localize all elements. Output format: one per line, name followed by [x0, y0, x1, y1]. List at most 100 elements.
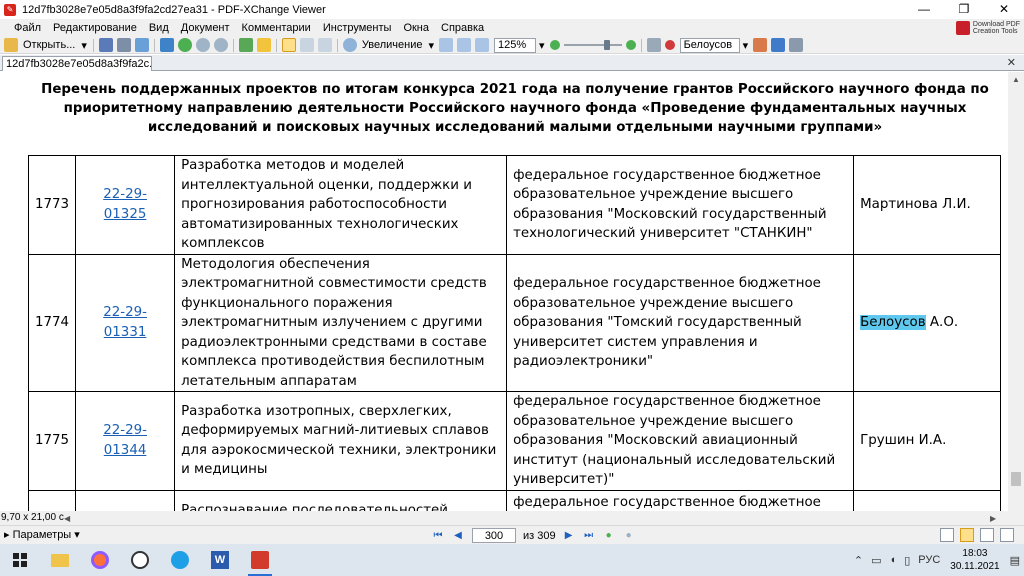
open-dropdown-icon[interactable]: ▾ — [81, 39, 87, 52]
search-options-icon[interactable] — [753, 38, 768, 52]
project-code-link[interactable]: 22-29-01325 — [103, 187, 147, 222]
menu-help[interactable]: Справка — [435, 19, 490, 37]
pdf-viewer-button[interactable] — [240, 544, 280, 576]
menu-edit[interactable]: Редактирование — [47, 19, 143, 37]
actual-size-icon[interactable] — [439, 38, 454, 52]
next-page-icon[interactable]: ▶ — [563, 530, 575, 542]
table-row: Распознавание последовательностей федера… — [27, 489, 1002, 511]
zoom-button[interactable]: Увеличение — [362, 39, 423, 51]
file-explorer-button[interactable] — [40, 544, 80, 576]
tab-document[interactable]: 12d7fb3028e7e05d8a3f9fa2c... — [2, 56, 152, 71]
pdf-tools-icon — [955, 21, 970, 35]
menu-comments[interactable]: Комментарии — [236, 19, 317, 37]
page-count: из 309 — [523, 529, 556, 542]
system-tray: ⌃ ▭ ◖ ▯ РУС 18:03 30.11.2021 ▤ — [850, 544, 1024, 576]
open-folder-icon[interactable] — [4, 38, 18, 52]
menu-view[interactable]: Вид — [143, 19, 175, 37]
clock[interactable]: 18:03 30.11.2021 — [950, 547, 999, 573]
find-icon[interactable] — [664, 40, 675, 50]
start-button[interactable] — [0, 544, 40, 576]
horizontal-scrollbar[interactable]: ◀ ▶ — [62, 513, 1002, 523]
first-page-icon[interactable]: ⏮ — [432, 530, 444, 542]
properties-icon[interactable] — [159, 38, 174, 52]
project-code-link[interactable]: 22-29-01344 — [103, 423, 147, 458]
select-area-icon[interactable] — [317, 38, 332, 52]
table-row: 1775 22-29-01344 Разработка изотропных, … — [27, 391, 1002, 491]
print-icon[interactable] — [116, 38, 131, 52]
zoom-slider-knob[interactable] — [603, 40, 610, 50]
hand-tool-icon[interactable] — [281, 38, 296, 52]
page-number-input[interactable] — [472, 528, 516, 543]
zoom-tool-icon[interactable] — [342, 38, 357, 52]
scroll-right-icon[interactable]: ▶ — [990, 514, 997, 523]
language-indicator[interactable]: РУС — [918, 554, 940, 566]
window-controls: — ❐ ✕ — [904, 0, 1024, 19]
zoom-dropdown-icon[interactable]: ▾ — [429, 39, 435, 52]
save-icon[interactable] — [98, 38, 113, 52]
menu-windows[interactable]: Окна — [397, 19, 435, 37]
continuous-facing-view-icon[interactable] — [1000, 528, 1014, 542]
zoom-slider[interactable] — [563, 40, 622, 50]
search-dropdown-icon[interactable]: ▾ — [743, 39, 749, 52]
navigation-bar: ▸ Параметры ▾ ⏮ ◀ из 309 ▶ ⏭ ● ● — [0, 525, 1024, 544]
project-lead — [853, 489, 1002, 511]
toolbar-options-icon[interactable] — [789, 38, 804, 52]
facing-view-icon[interactable] — [980, 528, 994, 542]
firefox-button[interactable] — [80, 544, 120, 576]
projects-table: 1773 22-29-01325 Разработка методов и мо… — [27, 155, 1002, 511]
open-button[interactable]: Открыть... — [23, 39, 75, 51]
previous-page-icon[interactable]: ◀ — [452, 530, 464, 542]
close-tab-icon[interactable]: ✕ — [1007, 56, 1016, 70]
close-button[interactable]: ✕ — [984, 0, 1024, 19]
select-text-icon[interactable] — [299, 38, 314, 52]
menu-file[interactable]: Файл — [0, 19, 47, 37]
refresh-icon[interactable] — [177, 38, 192, 52]
skype-button[interactable] — [120, 544, 160, 576]
scroll-left-icon[interactable]: ◀ — [64, 514, 71, 523]
snapshot-icon[interactable] — [256, 38, 271, 52]
scroll-up-icon[interactable]: ▲ — [1008, 72, 1024, 88]
project-code-cell: 22-29-01325 — [75, 155, 176, 255]
single-page-view-icon[interactable] — [940, 528, 954, 542]
continuous-view-icon[interactable] — [960, 528, 974, 542]
battery-icon[interactable]: ▯ — [904, 554, 910, 567]
volume-icon[interactable]: ◖ — [890, 554, 897, 566]
edge-button[interactable] — [160, 544, 200, 576]
network-icon[interactable]: ▭ — [871, 554, 881, 567]
email-icon[interactable] — [134, 38, 149, 52]
zoom-in-icon[interactable] — [625, 40, 636, 50]
scroll-thumb[interactable] — [1011, 472, 1021, 486]
project-code-link[interactable]: 22-29-01331 — [103, 305, 147, 340]
restore-button[interactable]: ❐ — [944, 0, 984, 19]
download-pdf-tools-promo[interactable]: Download PDF Creation Tools — [955, 19, 1020, 37]
document-view[interactable]: Перечень поддержанных проектов по итогам… — [0, 72, 1008, 511]
document-heading: Перечень поддержанных проектов по итогам… — [41, 82, 989, 135]
search-input[interactable] — [679, 37, 740, 53]
zoom-out-icon[interactable] — [549, 40, 560, 50]
zoom-level-dropdown-icon[interactable]: ▾ — [539, 39, 545, 52]
last-page-icon[interactable]: ⏭ — [583, 530, 595, 542]
find-previous-icon[interactable] — [646, 38, 661, 52]
menu-document[interactable]: Документ — [175, 19, 236, 37]
back-icon[interactable] — [195, 38, 210, 52]
fit-page-icon[interactable] — [457, 38, 472, 52]
minimize-button[interactable]: — — [904, 0, 944, 19]
word-icon: W — [211, 551, 229, 569]
row-number — [27, 489, 77, 511]
vertical-scrollbar[interactable]: ▲ — [1008, 72, 1024, 511]
go-back-icon[interactable]: ● — [603, 530, 615, 542]
notifications-icon[interactable]: ▤ — [1010, 554, 1020, 567]
parameters-button[interactable]: ▸ Параметры ▾ — [4, 528, 80, 542]
go-forward-icon[interactable]: ● — [623, 530, 635, 542]
show-hidden-icons-icon[interactable]: ⌃ — [854, 554, 863, 567]
menu-tools[interactable]: Инструменты — [317, 19, 398, 37]
rotate-icon[interactable] — [238, 38, 253, 52]
table-row: 1774 22-29-01331 Методология обеспечения… — [27, 253, 1002, 392]
search-next-icon[interactable] — [771, 38, 786, 52]
project-theme: Методология обеспечения электромагнитной… — [174, 253, 508, 392]
forward-icon[interactable] — [213, 38, 228, 52]
fit-width-icon[interactable] — [475, 38, 490, 52]
chat-icon — [131, 551, 149, 569]
word-button[interactable]: W — [200, 544, 240, 576]
zoom-level-input[interactable] — [494, 37, 537, 53]
